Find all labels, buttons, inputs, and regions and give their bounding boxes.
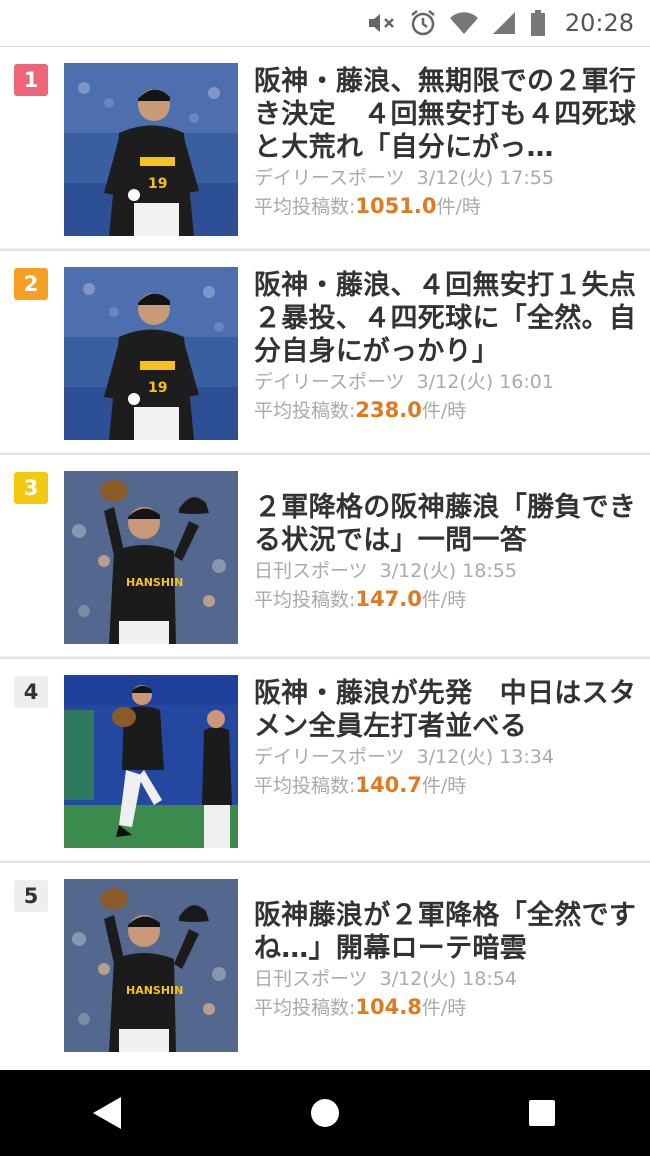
article-meta: デイリースポーツ 3/12(火) 13:34 — [254, 743, 638, 771]
article-source: デイリースポーツ — [254, 167, 405, 189]
status-icons: 20:28 — [367, 9, 634, 37]
article-source: 日刊スポーツ — [254, 968, 368, 990]
article-title[interactable]: ２軍降格の阪神藤浪「勝負できる状況では」一問一答 — [254, 491, 638, 557]
wifi-icon — [449, 10, 479, 36]
post-rate: 平均投稿数:238.0件/時 — [254, 396, 638, 425]
article-title[interactable]: 阪神・藤浪、４回無安打１失点 ２暴投、４四死球に「全然。自分自身にがっかり」 — [254, 269, 638, 368]
svg-text:19: 19 — [148, 176, 167, 192]
article-source: デイリースポーツ — [254, 746, 405, 768]
rate-unit: 件/時 — [436, 196, 481, 218]
article-meta: 日刊スポーツ 3/12(火) 18:54 — [254, 965, 638, 993]
rate-value: 147.0 — [355, 587, 422, 611]
article-title[interactable]: 阪神・藤浪、無期限での２軍行き決定 ４回無安打も４四死球と大荒れ「自分にがっ… — [254, 65, 638, 164]
post-rate: 平均投稿数:147.0件/時 — [254, 585, 638, 614]
article-source: デイリースポーツ — [254, 371, 405, 393]
rate-value: 104.8 — [355, 995, 422, 1019]
clock-time: 20:28 — [564, 9, 634, 37]
rate-unit: 件/時 — [421, 400, 467, 422]
rank-badge: 1 — [14, 64, 48, 96]
article-title[interactable]: 阪神藤浪が２軍降格「全然ですね…」開幕ローテ暗雲 — [254, 899, 638, 965]
article-text: 阪神・藤浪、無期限での２軍行き決定 ４回無安打も４四死球と大荒れ「自分にがっ… … — [254, 65, 638, 221]
article-time: 3/12(火) 17:55 — [416, 167, 554, 189]
post-rate: 平均投稿数:1051.0件/時 — [254, 192, 638, 221]
back-icon[interactable] — [63, 1070, 153, 1156]
status-bar: 20:28 — [0, 0, 650, 46]
rate-label: 平均投稿数: — [254, 775, 356, 797]
rate-value: 238.0 — [355, 398, 422, 422]
svg-text:19: 19 — [148, 380, 167, 396]
article-thumbnail-pitcher-looking-up-photo[interactable]: 19 — [64, 267, 238, 440]
ranking-list: 1 19 阪神・藤浪、無期限での２軍行き決定 ４回無安打も４四死球と大荒れ「自分… — [0, 46, 650, 1064]
article-text: 阪神・藤浪、４回無安打１失点 ２暴投、４四死球に「全然。自分自身にがっかり」 デ… — [254, 269, 638, 425]
rate-label: 平均投稿数: — [254, 400, 356, 422]
article-time: 3/12(火) 18:55 — [379, 560, 517, 582]
article-text: 阪神・藤浪が先発 中日はスタメン全員左打者並べる デイリースポーツ 3/12(火)… — [254, 677, 638, 800]
article-time: 3/12(火) 18:54 — [379, 968, 517, 990]
ranking-item[interactable]: 5 HANSHIN 阪神藤浪が２軍降格「全然ですね…」開幕ローテ暗雲 日刊スポー… — [0, 862, 650, 1064]
svg-text:HANSHIN: HANSHIN — [126, 984, 183, 997]
recents-icon[interactable] — [497, 1070, 587, 1156]
rate-label: 平均投稿数: — [254, 196, 356, 218]
rank-badge: 4 — [14, 676, 48, 708]
ranking-item[interactable]: 3 HANSHIN ２軍降格の阪神藤浪「勝負できる状況では」一問一答 日刊スポー… — [0, 454, 650, 656]
rate-label: 平均投稿数: — [254, 589, 356, 611]
ranking-item[interactable]: 1 19 阪神・藤浪、無期限での２軍行き決定 ４回無安打も４四死球と大荒れ「自分… — [0, 46, 650, 248]
article-meta: デイリースポーツ 3/12(火) 17:55 — [254, 164, 638, 192]
ranking-item[interactable]: 4 阪神・藤浪が先発 中日はスタメン全員左打者並べる デイリースポーツ 3/12… — [0, 658, 650, 860]
rate-value: 1051.0 — [355, 194, 437, 218]
rate-value: 140.7 — [355, 773, 422, 797]
alarm-icon — [409, 9, 437, 37]
rate-unit: 件/時 — [421, 997, 467, 1019]
post-rate: 平均投稿数:140.7件/時 — [254, 771, 638, 800]
article-title[interactable]: 阪神・藤浪が先発 中日はスタメン全員左打者並べる — [254, 677, 638, 743]
article-thumbnail-pitcher-windup-photo[interactable] — [64, 675, 238, 848]
rank-badge: 2 — [14, 268, 48, 300]
article-thumbnail-pitcher-cap-off-photo[interactable]: HANSHIN — [64, 879, 238, 1052]
article-time: 3/12(火) 16:01 — [416, 371, 554, 393]
rank-badge: 5 — [14, 880, 48, 912]
article-thumbnail-pitcher-looking-up-photo[interactable]: 19 — [64, 63, 238, 236]
navigation-bar — [0, 1070, 650, 1156]
svg-text:HANSHIN: HANSHIN — [126, 576, 183, 589]
article-text: 阪神藤浪が２軍降格「全然ですね…」開幕ローテ暗雲 日刊スポーツ 3/12(火) 1… — [254, 881, 638, 1022]
ranking-item[interactable]: 2 19 阪神・藤浪、４回無安打１失点 ２暴投、４四死球に「全然。自分自身にがっ… — [0, 250, 650, 452]
home-icon[interactable] — [280, 1070, 370, 1156]
article-meta: 日刊スポーツ 3/12(火) 18:55 — [254, 557, 638, 585]
battery-icon — [529, 9, 547, 37]
rate-unit: 件/時 — [421, 589, 467, 611]
signal-icon — [491, 10, 517, 36]
article-time: 3/12(火) 13:34 — [416, 746, 554, 768]
rate-label: 平均投稿数: — [254, 997, 356, 1019]
rank-badge: 3 — [14, 472, 48, 504]
post-rate: 平均投稿数:104.8件/時 — [254, 993, 638, 1022]
article-text: ２軍降格の阪神藤浪「勝負できる状況では」一問一答 日刊スポーツ 3/12(火) 1… — [254, 473, 638, 614]
article-source: 日刊スポーツ — [254, 560, 368, 582]
mute-icon — [367, 10, 397, 36]
rate-unit: 件/時 — [421, 775, 467, 797]
article-meta: デイリースポーツ 3/12(火) 16:01 — [254, 368, 638, 396]
article-thumbnail-pitcher-cap-off-photo[interactable]: HANSHIN — [64, 471, 238, 644]
